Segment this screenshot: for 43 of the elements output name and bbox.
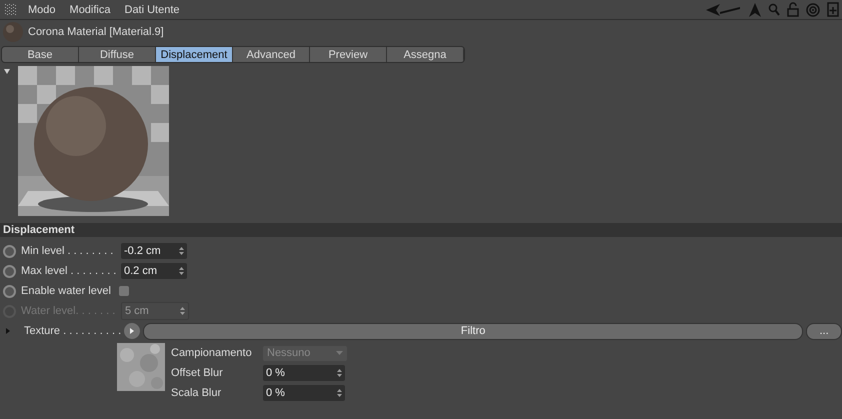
option-label: Offset Blur [171, 367, 224, 379]
number-field[interactable]: -0.2 cm [121, 243, 187, 259]
add-panel-icon[interactable] [827, 2, 839, 17]
play-icon [130, 328, 134, 334]
search-icon[interactable] [768, 2, 780, 16]
tab[interactable]: Displacement [156, 47, 233, 62]
option-label: Scala Blur [171, 387, 222, 399]
expand-triangle-icon[interactable] [6, 328, 10, 334]
texture-button[interactable]: Filtro [143, 322, 804, 340]
spinner-icon[interactable] [179, 247, 184, 255]
option-label: Campionamento [171, 347, 253, 359]
spinner-icon[interactable] [337, 389, 342, 397]
material-icon [2, 22, 24, 42]
target-icon[interactable] [806, 2, 820, 16]
animate-radio-icon[interactable] [3, 264, 16, 278]
number-field[interactable]: 0.2 cm [121, 263, 187, 279]
menu-item[interactable]: Modifica [70, 4, 110, 16]
tab[interactable]: Advanced [233, 47, 310, 62]
section-header: Displacement [0, 223, 842, 237]
play-button[interactable] [124, 323, 140, 339]
menu-item[interactable]: Dati Utente [124, 4, 180, 16]
number-field[interactable]: 0 % [263, 365, 345, 381]
collapse-triangle-icon[interactable] [4, 69, 10, 74]
spinner-icon[interactable] [179, 267, 184, 275]
arrow-left-icon[interactable] [706, 2, 742, 16]
param-label: Min level . . . . . . . . [21, 245, 114, 257]
lock-icon[interactable] [787, 2, 799, 17]
animate-radio-icon[interactable] [3, 244, 16, 258]
menu-item[interactable]: Modo [28, 4, 56, 16]
number-field[interactable]: 0 % [263, 385, 345, 401]
param-label: Enable water level [21, 285, 112, 297]
param-label: Max level . . . . . . . . [21, 265, 118, 277]
cursor-icon[interactable] [749, 2, 761, 16]
animate-radio-icon[interactable] [3, 284, 16, 298]
tab[interactable]: Base [2, 47, 79, 62]
tab[interactable]: Assegna [387, 47, 464, 62]
more-button[interactable]: ... [806, 322, 842, 340]
tab[interactable]: Preview [310, 47, 387, 62]
spinner-icon[interactable] [337, 369, 342, 377]
checkbox[interactable] [119, 286, 129, 296]
tab[interactable]: Diffuse [79, 47, 156, 62]
param-label: Texture . . . . . . . . . . [24, 325, 122, 337]
material-title: Corona Material [Material.9] [28, 26, 164, 38]
